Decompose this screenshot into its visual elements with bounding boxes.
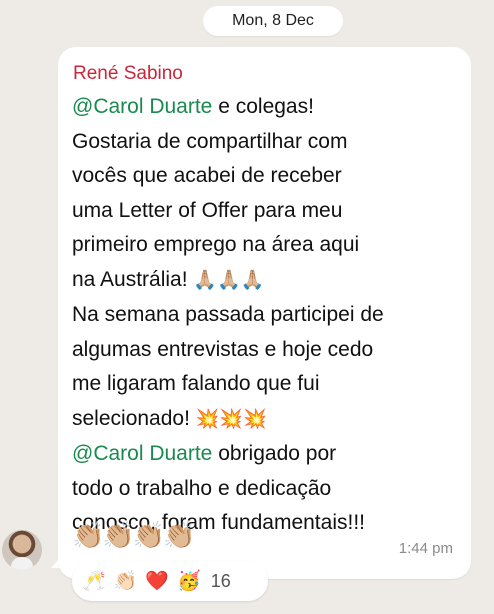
message-line: Gostaria de compartilhar com <box>72 129 348 153</box>
message-line: Na semana passada participei de <box>72 303 384 326</box>
reaction-bar[interactable]: 🥂 👏🏻 ❤️ 🥳 16 <box>72 561 268 601</box>
clapping-hands-icon: 👏🏼👏🏼👏🏼👏🏼 <box>72 520 195 550</box>
message-line: vocês que acabei de receber <box>72 164 342 187</box>
date-separator: Mon, 8 Dec <box>203 6 343 36</box>
clapping-hands-icon: 👏🏻 <box>113 571 138 592</box>
message-line: algumas entrevistas e hoje cedo <box>72 337 374 361</box>
message-bubble[interactable]: René Sabino @Carol Duarte e colegas! Gos… <box>58 47 471 579</box>
message-line: me ligaram falando que fui <box>72 372 320 395</box>
message-time: 1:44 pm <box>398 540 453 557</box>
prayer-hands-icon: 🙏🏼🙏🏼🙏🏼 <box>193 269 265 291</box>
message-line: uma Letter of Offer para meu <box>72 198 343 222</box>
message-line: @Carol Duarte e colegas! <box>72 90 467 125</box>
sender-name[interactable]: René Sabino <box>73 63 183 85</box>
party-face-icon: 🥳 <box>177 571 201 592</box>
heart-icon: ❤️ <box>145 571 170 592</box>
message-text-fragment: selecionado! <box>72 406 196 430</box>
collision-icon: 💥💥💥 <box>195 408 267 430</box>
mention-link[interactable]: @Carol Duarte <box>72 442 212 465</box>
mention-link[interactable]: @Carol Duarte <box>72 95 212 118</box>
message-line: @Carol Duarte obrigado por <box>72 437 467 472</box>
reaction-count: 16 <box>210 570 231 591</box>
message-line: na Austrália! 🙏🏼🙏🏼🙏🏼 <box>72 263 467 299</box>
message-text: @Carol Duarte e colegas! Gostaria de com… <box>72 90 467 541</box>
message-line: primeiro emprego na área aqui <box>72 233 360 256</box>
message-line: selecionado! 💥💥💥 <box>72 402 467 438</box>
avatar[interactable] <box>2 530 42 570</box>
message-line: todo o trabalho e dedicação <box>72 476 332 500</box>
message-text-fragment: e colegas! <box>212 95 314 118</box>
message-text-fragment: obrigado por <box>212 442 337 465</box>
message-text-fragment: na Austrália! <box>72 267 194 291</box>
champagne-icon: 🥂 <box>82 571 106 592</box>
